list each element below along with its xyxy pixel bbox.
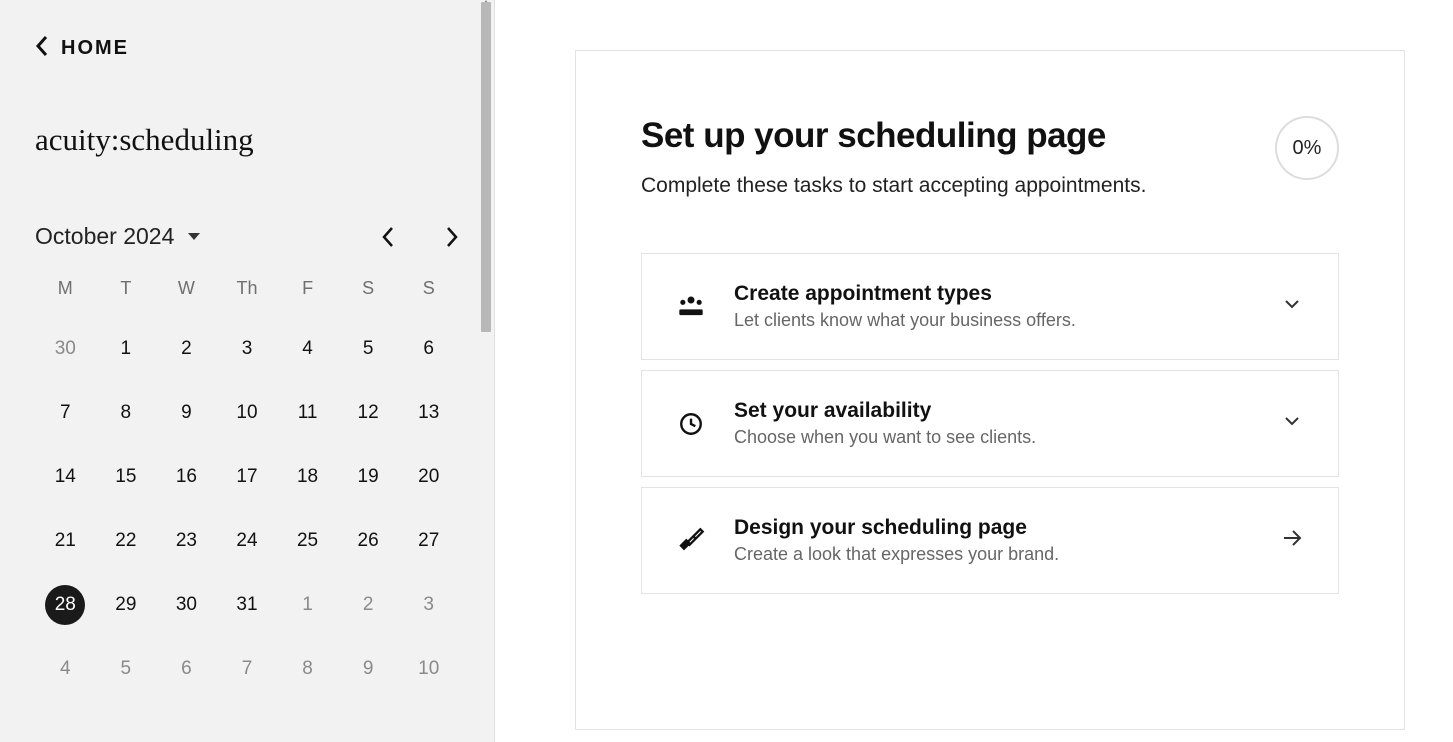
calendar-day[interactable]: 23 (166, 521, 206, 561)
main-content: Set up your scheduling page Complete the… (495, 0, 1453, 742)
day-of-week-header: S (398, 278, 459, 305)
task-title: Set your availability (734, 399, 1252, 423)
task-body: Design your scheduling page Create a look… (734, 516, 1252, 565)
next-month-button[interactable] (445, 226, 459, 248)
calendar-day[interactable]: 4 (288, 329, 328, 369)
arrow-right-icon (1280, 526, 1304, 555)
calendar-day[interactable]: 28 (45, 585, 85, 625)
task-list: Create appointment types Let clients know… (641, 253, 1339, 594)
task-title: Design your scheduling page (734, 516, 1252, 540)
calendar-day[interactable]: 7 (45, 393, 85, 433)
calendar-day[interactable]: 15 (106, 457, 146, 497)
month-nav (381, 226, 459, 248)
task-row[interactable]: Design your scheduling page Create a look… (641, 487, 1339, 594)
calendar-day[interactable]: 30 (45, 329, 85, 369)
day-of-week-header: F (277, 278, 338, 305)
scrollbar[interactable] (478, 0, 494, 742)
day-of-week-header: S (338, 278, 399, 305)
calendar-day[interactable]: 29 (106, 585, 146, 625)
calendar-day[interactable]: 3 (409, 585, 449, 625)
calendar-day[interactable]: 2 (348, 585, 388, 625)
task-title: Create appointment types (734, 282, 1252, 306)
calendar-day[interactable]: 6 (166, 649, 206, 689)
brand-part-b: :scheduling (111, 122, 254, 157)
calendar-day[interactable]: 22 (106, 521, 146, 561)
home-label: HOME (61, 37, 129, 60)
progress-indicator: 0% (1275, 116, 1339, 180)
calendar-day[interactable]: 8 (288, 649, 328, 689)
task-desc: Create a look that expresses your brand. (734, 544, 1252, 565)
calendar-grid: MTWThFSS30123456789101112131415161718192… (35, 278, 459, 689)
task-body: Create appointment types Let clients know… (734, 282, 1252, 331)
dropdown-triangle-icon (188, 233, 200, 240)
task-row[interactable]: Set your availability Choose when you wan… (641, 370, 1339, 477)
calendar-day[interactable]: 25 (288, 521, 328, 561)
calendar-day[interactable]: 13 (409, 393, 449, 433)
day-of-week-header: M (35, 278, 96, 305)
calendar-day[interactable]: 9 (348, 649, 388, 689)
calendar-day[interactable]: 5 (106, 649, 146, 689)
clock-icon (676, 409, 706, 439)
panel-subtitle: Complete these tasks to start accepting … (641, 174, 1146, 198)
calendar-day[interactable]: 3 (227, 329, 267, 369)
calendar-day[interactable]: 10 (227, 393, 267, 433)
calendar-day[interactable]: 2 (166, 329, 206, 369)
calendar-day[interactable]: 26 (348, 521, 388, 561)
panel-header: Set up your scheduling page Complete the… (641, 116, 1339, 198)
day-of-week-header: W (156, 278, 217, 305)
calendar-day[interactable]: 6 (409, 329, 449, 369)
task-row[interactable]: Create appointment types Let clients know… (641, 253, 1339, 360)
calendar-day[interactable]: 20 (409, 457, 449, 497)
home-link[interactable]: HOME (35, 35, 459, 62)
chevron-down-icon (1280, 292, 1304, 321)
chevron-down-icon (1280, 409, 1304, 438)
month-row: October 2024 (35, 223, 459, 250)
chevron-left-icon (35, 35, 49, 62)
calendar-day[interactable]: 7 (227, 649, 267, 689)
people-icon (676, 292, 706, 322)
task-desc: Let clients know what your business offe… (734, 310, 1252, 331)
calendar-day[interactable]: 17 (227, 457, 267, 497)
month-select[interactable]: October 2024 (35, 223, 200, 250)
brand-logo: acuity:scheduling (35, 122, 459, 158)
task-desc: Choose when you want to see clients. (734, 427, 1252, 448)
calendar-day[interactable]: 5 (348, 329, 388, 369)
calendar-day[interactable]: 24 (227, 521, 267, 561)
day-of-week-header: Th (217, 278, 278, 305)
day-of-week-header: T (96, 278, 157, 305)
calendar-day[interactable]: 19 (348, 457, 388, 497)
calendar-day[interactable]: 11 (288, 393, 328, 433)
calendar-day[interactable]: 9 (166, 393, 206, 433)
brush-icon (676, 526, 706, 556)
month-label: October 2024 (35, 223, 174, 250)
panel-title: Set up your scheduling page (641, 116, 1146, 156)
calendar-day[interactable]: 31 (227, 585, 267, 625)
calendar-day[interactable]: 18 (288, 457, 328, 497)
task-body: Set your availability Choose when you wan… (734, 399, 1252, 448)
calendar-day[interactable]: 30 (166, 585, 206, 625)
calendar-day[interactable]: 21 (45, 521, 85, 561)
calendar-day[interactable]: 8 (106, 393, 146, 433)
calendar-day[interactable]: 14 (45, 457, 85, 497)
calendar-day[interactable]: 1 (288, 585, 328, 625)
calendar-day[interactable]: 16 (166, 457, 206, 497)
scrollbar-thumb[interactable] (481, 2, 491, 332)
setup-panel: Set up your scheduling page Complete the… (575, 50, 1405, 730)
brand-part-a: acuity (35, 122, 111, 157)
prev-month-button[interactable] (381, 226, 395, 248)
calendar-day[interactable]: 10 (409, 649, 449, 689)
calendar-day[interactable]: 4 (45, 649, 85, 689)
calendar-day[interactable]: 12 (348, 393, 388, 433)
calendar-day[interactable]: 1 (106, 329, 146, 369)
calendar-day[interactable]: 27 (409, 521, 449, 561)
sidebar: HOME acuity:scheduling October 2024 MTWT… (0, 0, 495, 742)
progress-value: 0% (1293, 137, 1322, 160)
